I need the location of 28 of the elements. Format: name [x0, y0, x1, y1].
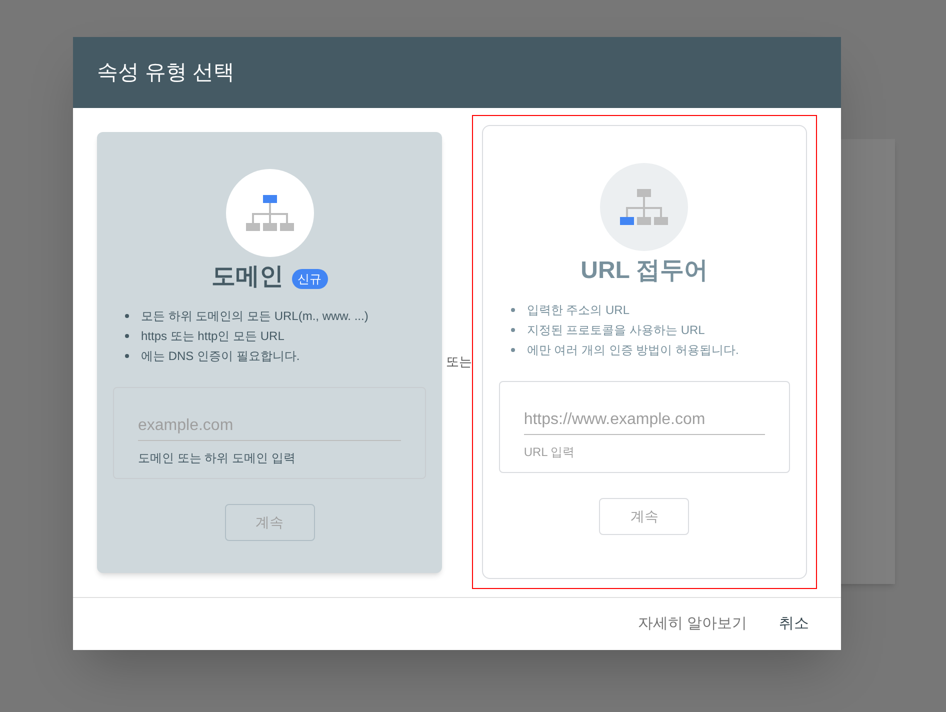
- bullet-icon: [510, 348, 515, 352]
- cancel-button[interactable]: 취소: [771, 608, 817, 640]
- bullet-text: 에는 DNS 인증이 필요합니다.: [141, 348, 300, 365]
- bullet-text: 모든 하위 도메인의 모든 URL(m., www. ...): [141, 308, 368, 325]
- bullet-icon: [125, 354, 129, 358]
- property-card[interactable]: URL 접두어 입력한 주소의 URL 지정된 프로토콜을 사용하는 URL 에만 여러 개의 인증 방법이 허용됩니다. https://www.example.com URL 입력 계속: [482, 125, 807, 579]
- dialog-title: 속성 유형 선택: [97, 60, 235, 86]
- new-badge: 신규: [292, 269, 328, 289]
- helper-text: URL 입력: [524, 444, 576, 461]
- learn-more-button[interactable]: 자세히 알아보기: [630, 608, 755, 640]
- separator-text: 또는: [446, 352, 472, 371]
- bullet-text: 입력한 주소의 URL: [526, 302, 630, 319]
- input-field[interactable]: example.com: [138, 414, 402, 441]
- bullet-icon: [510, 328, 515, 332]
- sitemap-icon: [620, 189, 668, 225]
- bullet-text: 지정된 프로토콜을 사용하는 URL: [526, 322, 705, 339]
- helper-text: 도메인 또는 하위 도메인 입력: [138, 450, 296, 467]
- bullet-icon: [125, 314, 129, 318]
- card-title: 도메인: [212, 262, 284, 292]
- sitemap-icon: [246, 195, 294, 231]
- bullet-icon: [510, 308, 515, 312]
- input-field[interactable]: https://www.example.com: [524, 408, 765, 435]
- bullet-icon: [125, 334, 129, 338]
- property-card[interactable]: 도메인 신규 모든 하위 도메인의 모든 URL(m., www. ...) https 또는 http인 모든 URL 에는 DNS 인증이 필요합니다. example.com 도메인 또는 하위 도메인 입력 계속: [97, 132, 442, 573]
- continue-button[interactable]: 계속: [599, 498, 690, 535]
- bullet-text: https 또는 http인 모든 URL: [141, 328, 284, 345]
- bullet-text: 에만 여러 개의 인증 방법이 허용됩니다.: [526, 342, 739, 359]
- card-title: URL 접두어: [580, 256, 708, 286]
